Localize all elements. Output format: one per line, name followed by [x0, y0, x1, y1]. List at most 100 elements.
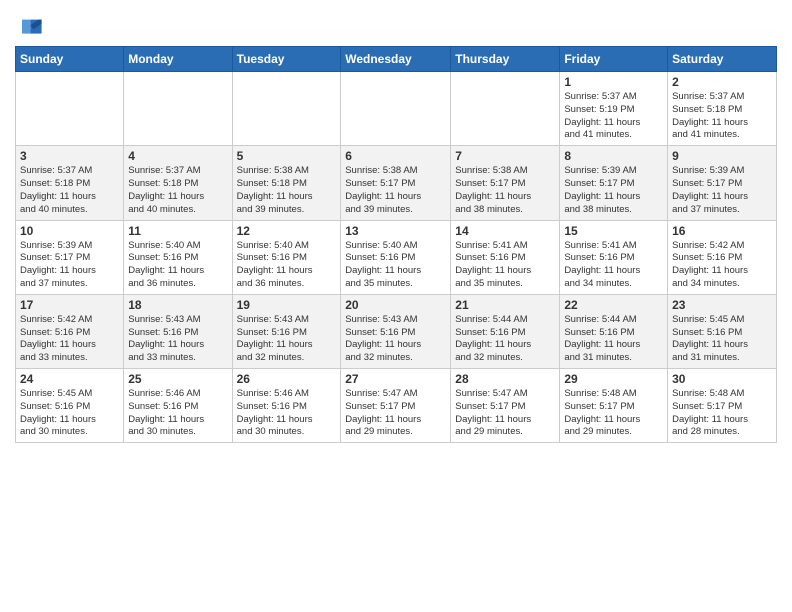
day-header-thursday: Thursday	[451, 47, 560, 72]
day-info: Sunrise: 5:47 AM Sunset: 5:17 PM Dayligh…	[455, 388, 555, 439]
day-number: 25	[128, 372, 227, 386]
calendar-table: SundayMondayTuesdayWednesdayThursdayFrid…	[15, 46, 777, 443]
day-cell: 16 Sunrise: 5:42 AM Sunset: 5:16 PM Dayli…	[668, 220, 777, 294]
day-info: Sunrise: 5:37 AM Sunset: 5:18 PM Dayligh…	[128, 165, 227, 216]
day-cell	[232, 72, 341, 146]
week-row-5: 24 Sunrise: 5:45 AM Sunset: 5:16 PM Dayli…	[16, 369, 777, 443]
day-info: Sunrise: 5:44 AM Sunset: 5:16 PM Dayligh…	[455, 314, 555, 365]
day-number: 18	[128, 298, 227, 312]
day-header-friday: Friday	[560, 47, 668, 72]
day-info: Sunrise: 5:47 AM Sunset: 5:17 PM Dayligh…	[345, 388, 446, 439]
day-info: Sunrise: 5:46 AM Sunset: 5:16 PM Dayligh…	[237, 388, 337, 439]
day-header-wednesday: Wednesday	[341, 47, 451, 72]
day-cell: 11Sunrise: 5:40 AM Sunset: 5:16 PM Dayli…	[124, 220, 232, 294]
day-number: 27	[345, 372, 446, 386]
day-number: 2	[672, 75, 772, 89]
day-cell: 26 Sunrise: 5:46 AM Sunset: 5:16 PM Dayli…	[232, 369, 341, 443]
day-info: Sunrise: 5:43 AM Sunset: 5:16 PM Dayligh…	[345, 314, 446, 365]
day-header-saturday: Saturday	[668, 47, 777, 72]
day-info: Sunrise: 5:41 AM Sunset: 5:16 PM Dayligh…	[455, 240, 555, 291]
day-number: 7	[455, 149, 555, 163]
day-cell: 21 Sunrise: 5:44 AM Sunset: 5:16 PM Dayli…	[451, 294, 560, 368]
day-cell: 24 Sunrise: 5:45 AM Sunset: 5:16 PM Dayli…	[16, 369, 124, 443]
day-cell: 13 Sunrise: 5:40 AM Sunset: 5:16 PM Dayli…	[341, 220, 451, 294]
day-info: Sunrise: 5:42 AM Sunset: 5:16 PM Dayligh…	[672, 240, 772, 291]
day-number: 5	[237, 149, 337, 163]
day-info: Sunrise: 5:39 AM Sunset: 5:17 PM Dayligh…	[564, 165, 663, 216]
day-info: Sunrise: 5:37 AM Sunset: 5:19 PM Dayligh…	[564, 91, 663, 142]
logo	[15, 14, 45, 42]
day-cell	[341, 72, 451, 146]
day-cell	[124, 72, 232, 146]
day-cell: 17 Sunrise: 5:42 AM Sunset: 5:16 PM Dayli…	[16, 294, 124, 368]
day-number: 20	[345, 298, 446, 312]
day-number: 13	[345, 224, 446, 238]
day-cell: 12 Sunrise: 5:40 AM Sunset: 5:16 PM Dayli…	[232, 220, 341, 294]
day-info: Sunrise: 5:38 AM Sunset: 5:18 PM Dayligh…	[237, 165, 337, 216]
day-cell: 20 Sunrise: 5:43 AM Sunset: 5:16 PM Dayli…	[341, 294, 451, 368]
day-number: 26	[237, 372, 337, 386]
day-info: Sunrise: 5:44 AM Sunset: 5:16 PM Dayligh…	[564, 314, 663, 365]
day-number: 6	[345, 149, 446, 163]
day-cell: 23 Sunrise: 5:45 AM Sunset: 5:16 PM Dayli…	[668, 294, 777, 368]
day-info: Sunrise: 5:42 AM Sunset: 5:16 PM Dayligh…	[20, 314, 119, 365]
day-number: 12	[237, 224, 337, 238]
day-number: 16	[672, 224, 772, 238]
week-row-3: 10Sunrise: 5:39 AM Sunset: 5:17 PM Dayli…	[16, 220, 777, 294]
day-cell: 19Sunrise: 5:43 AM Sunset: 5:16 PM Dayli…	[232, 294, 341, 368]
day-cell: 1 Sunrise: 5:37 AM Sunset: 5:19 PM Daylig…	[560, 72, 668, 146]
day-cell: 22 Sunrise: 5:44 AM Sunset: 5:16 PM Dayli…	[560, 294, 668, 368]
day-info: Sunrise: 5:38 AM Sunset: 5:17 PM Dayligh…	[455, 165, 555, 216]
day-number: 9	[672, 149, 772, 163]
day-cell: 3 Sunrise: 5:37 AM Sunset: 5:18 PM Daylig…	[16, 146, 124, 220]
day-info: Sunrise: 5:43 AM Sunset: 5:16 PM Dayligh…	[237, 314, 337, 365]
day-info: Sunrise: 5:48 AM Sunset: 5:17 PM Dayligh…	[672, 388, 772, 439]
day-cell: 15 Sunrise: 5:41 AM Sunset: 5:16 PM Dayli…	[560, 220, 668, 294]
day-number: 22	[564, 298, 663, 312]
day-number: 30	[672, 372, 772, 386]
day-cell: 10Sunrise: 5:39 AM Sunset: 5:17 PM Dayli…	[16, 220, 124, 294]
week-row-1: 1 Sunrise: 5:37 AM Sunset: 5:19 PM Daylig…	[16, 72, 777, 146]
day-info: Sunrise: 5:46 AM Sunset: 5:16 PM Dayligh…	[128, 388, 227, 439]
day-info: Sunrise: 5:40 AM Sunset: 5:16 PM Dayligh…	[128, 240, 227, 291]
day-number: 1	[564, 75, 663, 89]
day-number: 8	[564, 149, 663, 163]
day-header-tuesday: Tuesday	[232, 47, 341, 72]
day-header-monday: Monday	[124, 47, 232, 72]
day-info: Sunrise: 5:45 AM Sunset: 5:16 PM Dayligh…	[672, 314, 772, 365]
day-info: Sunrise: 5:43 AM Sunset: 5:16 PM Dayligh…	[128, 314, 227, 365]
day-number: 15	[564, 224, 663, 238]
day-number: 4	[128, 149, 227, 163]
week-row-2: 3 Sunrise: 5:37 AM Sunset: 5:18 PM Daylig…	[16, 146, 777, 220]
day-cell	[16, 72, 124, 146]
day-cell	[451, 72, 560, 146]
day-header-sunday: Sunday	[16, 47, 124, 72]
day-cell: 6Sunrise: 5:38 AM Sunset: 5:17 PM Daylig…	[341, 146, 451, 220]
day-number: 3	[20, 149, 119, 163]
day-info: Sunrise: 5:37 AM Sunset: 5:18 PM Dayligh…	[672, 91, 772, 142]
day-info: Sunrise: 5:39 AM Sunset: 5:17 PM Dayligh…	[20, 240, 119, 291]
day-info: Sunrise: 5:37 AM Sunset: 5:18 PM Dayligh…	[20, 165, 119, 216]
day-number: 23	[672, 298, 772, 312]
day-info: Sunrise: 5:40 AM Sunset: 5:16 PM Dayligh…	[237, 240, 337, 291]
day-number: 14	[455, 224, 555, 238]
logo-icon	[15, 14, 43, 42]
day-info: Sunrise: 5:45 AM Sunset: 5:16 PM Dayligh…	[20, 388, 119, 439]
day-cell: 9Sunrise: 5:39 AM Sunset: 5:17 PM Daylig…	[668, 146, 777, 220]
day-cell: 4 Sunrise: 5:37 AM Sunset: 5:18 PM Daylig…	[124, 146, 232, 220]
day-number: 17	[20, 298, 119, 312]
day-cell: 18 Sunrise: 5:43 AM Sunset: 5:16 PM Dayli…	[124, 294, 232, 368]
day-cell: 29 Sunrise: 5:48 AM Sunset: 5:17 PM Dayli…	[560, 369, 668, 443]
day-cell: 28 Sunrise: 5:47 AM Sunset: 5:17 PM Dayli…	[451, 369, 560, 443]
day-number: 21	[455, 298, 555, 312]
day-info: Sunrise: 5:40 AM Sunset: 5:16 PM Dayligh…	[345, 240, 446, 291]
day-cell: 14 Sunrise: 5:41 AM Sunset: 5:16 PM Dayli…	[451, 220, 560, 294]
day-cell: 5 Sunrise: 5:38 AM Sunset: 5:18 PM Daylig…	[232, 146, 341, 220]
day-number: 24	[20, 372, 119, 386]
day-cell: 25 Sunrise: 5:46 AM Sunset: 5:16 PM Dayli…	[124, 369, 232, 443]
day-info: Sunrise: 5:41 AM Sunset: 5:16 PM Dayligh…	[564, 240, 663, 291]
day-number: 28	[455, 372, 555, 386]
day-cell: 7 Sunrise: 5:38 AM Sunset: 5:17 PM Daylig…	[451, 146, 560, 220]
day-info: Sunrise: 5:48 AM Sunset: 5:17 PM Dayligh…	[564, 388, 663, 439]
day-number: 29	[564, 372, 663, 386]
